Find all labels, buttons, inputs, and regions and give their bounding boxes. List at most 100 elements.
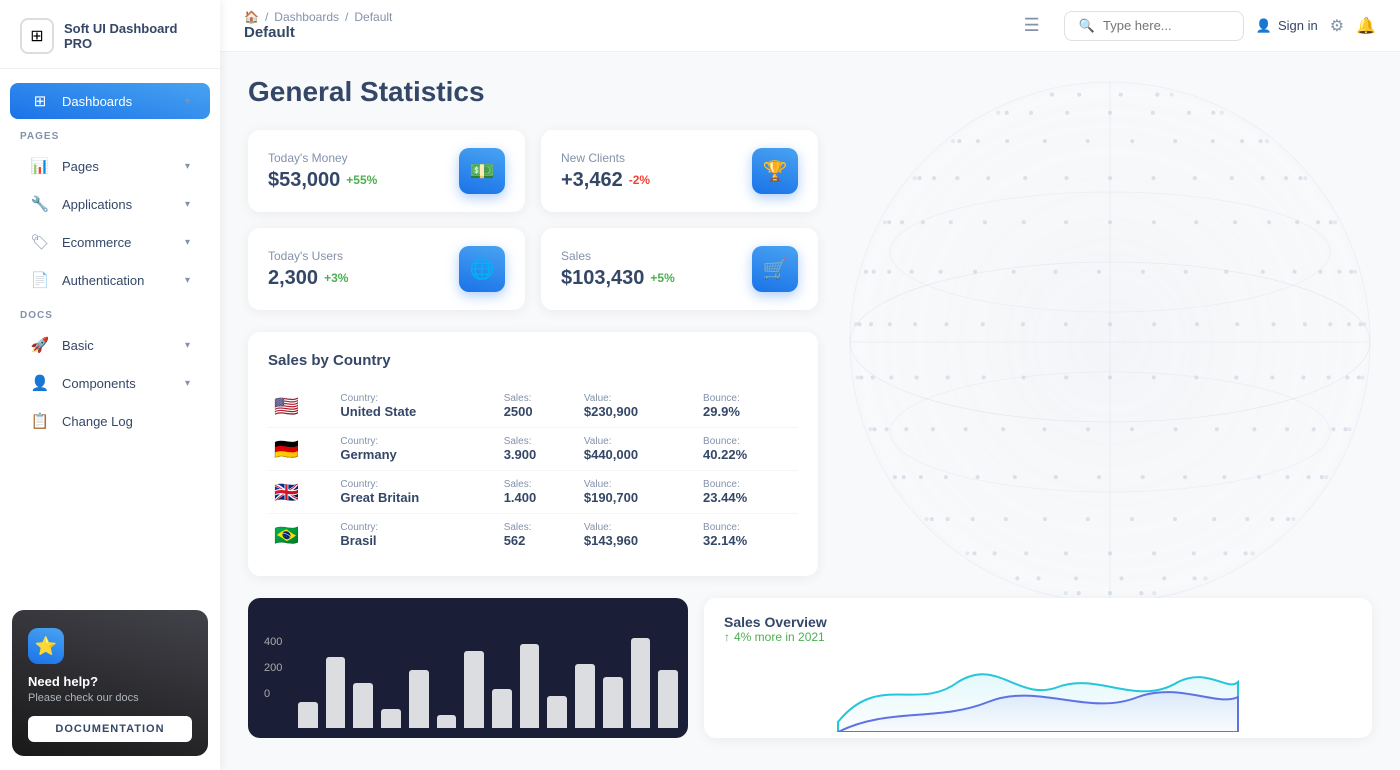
- flag-cell: 🇩🇪: [268, 428, 334, 471]
- stat-card-money: Today's Money $53,000 +55% 💵: [248, 130, 525, 212]
- chevron-down-icon: ▾: [185, 340, 190, 351]
- sidebar: ⊞ Soft UI Dashboard PRO ⊞ Dashboards ▾ P…: [0, 0, 220, 770]
- chevron-down-icon: ▾: [185, 96, 190, 107]
- search-box[interactable]: 🔍: [1064, 11, 1244, 41]
- help-subtitle: Please check our docs: [28, 692, 192, 704]
- value-amount: $230,900: [584, 404, 638, 419]
- sidebar-item-label: Components: [62, 376, 173, 391]
- documentation-button[interactable]: DOCUMENTATION: [28, 716, 192, 742]
- stats-row: Today's Money $53,000 +55% 💵 New Clients…: [248, 130, 818, 310]
- bar: [492, 689, 512, 728]
- sidebar-item-basic[interactable]: 🚀 Basic ▾: [10, 327, 210, 363]
- sidebar-item-pages[interactable]: 📊 Pages ▾: [10, 148, 210, 184]
- country-cell: Country: Germany: [334, 428, 497, 471]
- docs-section-label: DOCS: [0, 300, 220, 325]
- dashboards-icon: ⊞: [30, 92, 50, 110]
- clients-badge: -2%: [629, 173, 650, 187]
- sales-by-country-title: Sales by Country: [268, 352, 798, 369]
- search-input[interactable]: [1103, 18, 1223, 33]
- sidebar-nav: ⊞ Dashboards ▾ PAGES 📊 Pages ▾ 🔧 Applica…: [0, 69, 220, 596]
- stat-label-clients: New Clients: [561, 151, 650, 165]
- signin-button[interactable]: 👤 Sign in: [1256, 18, 1318, 34]
- chevron-down-icon: ▾: [185, 161, 190, 172]
- country-col-label: Country:: [340, 522, 491, 533]
- value-amount: $440,000: [584, 447, 638, 462]
- value-amount: $190,700: [584, 490, 638, 505]
- sales-cell: Sales: 3.900: [498, 428, 578, 471]
- sales-value: 1.400: [504, 490, 537, 505]
- authentication-icon: 📄: [30, 271, 50, 289]
- logo-icon: ⊞: [20, 18, 54, 54]
- sidebar-logo: ⊞ Soft UI Dashboard PRO: [0, 0, 220, 69]
- flag-cell: 🇬🇧: [268, 471, 334, 514]
- value-cell: Value: $440,000: [578, 428, 697, 471]
- settings-icon[interactable]: ⚙: [1330, 16, 1344, 36]
- sidebar-item-label: Dashboards: [62, 94, 173, 109]
- sidebar-item-changelog[interactable]: 📋 Change Log: [10, 403, 210, 439]
- bar: [409, 670, 429, 728]
- country-table: 🇺🇸 Country: United State Sales: 2500 Val…: [268, 385, 798, 556]
- clients-icon-box: 🏆: [752, 148, 798, 194]
- bounce-col-label: Bounce:: [703, 436, 792, 447]
- bounce-cell: Bounce: 23.44%: [697, 471, 798, 514]
- country-name: Germany: [340, 447, 396, 462]
- stat-card-users: Today's Users 2,300 +3% 🌐: [248, 228, 525, 310]
- bell-icon[interactable]: 🔔: [1356, 16, 1376, 36]
- stat-label-users: Today's Users: [268, 249, 348, 263]
- chevron-down-icon: ▾: [185, 199, 190, 210]
- sidebar-item-dashboards[interactable]: ⊞ Dashboards ▾: [10, 83, 210, 119]
- country-cell: Country: Brasil: [334, 514, 497, 557]
- sidebar-item-applications[interactable]: 🔧 Applications ▾: [10, 186, 210, 222]
- country-flag: 🇺🇸: [274, 396, 299, 418]
- stat-label-money: Today's Money: [268, 151, 377, 165]
- country-col-label: Country:: [340, 436, 491, 447]
- breadcrumb-sep1: /: [265, 10, 268, 24]
- bar: [464, 651, 484, 728]
- bar: [603, 677, 623, 728]
- help-title: Need help?: [28, 674, 192, 689]
- country-name: Brasil: [340, 533, 376, 548]
- stat-info-money: Today's Money $53,000 +55%: [268, 151, 377, 192]
- bar: [575, 664, 595, 728]
- sidebar-item-ecommerce[interactable]: 🏷 Ecommerce ▾: [10, 224, 210, 260]
- chevron-down-icon: ▾: [185, 275, 190, 286]
- arrow-up-icon: ↑: [724, 630, 730, 644]
- stat-label-sales: Sales: [561, 249, 675, 263]
- stat-value-money: $53,000 +55%: [268, 169, 377, 192]
- country-flag: 🇬🇧: [274, 482, 299, 504]
- value-cell: Value: $190,700: [578, 471, 697, 514]
- chart-label-200: 200: [264, 662, 282, 674]
- users-badge: +3%: [324, 271, 348, 285]
- bar: [520, 644, 540, 728]
- value-cell: Value: $230,900: [578, 385, 697, 428]
- country-section: Sales by Country 🇺🇸 Country: United Stat…: [248, 332, 818, 576]
- sales-icon-box: 🛒: [752, 246, 798, 292]
- sales-overview-card: Sales Overview ↑ 4% more in 2021: [704, 598, 1372, 738]
- sales-value: 2500: [504, 404, 533, 419]
- bar: [353, 683, 373, 728]
- sidebar-item-authentication[interactable]: 📄 Authentication ▾: [10, 262, 210, 298]
- country-flag: 🇩🇪: [274, 439, 299, 461]
- cart-icon: 🛒: [763, 257, 788, 282]
- overview-subtitle: ↑ 4% more in 2021: [724, 630, 1352, 644]
- breadcrumb: 🏠 / Dashboards / Default Default: [244, 10, 1008, 41]
- money-badge: +55%: [346, 173, 377, 187]
- bounce-value: 40.22%: [703, 447, 747, 462]
- bounce-cell: Bounce: 40.22%: [697, 428, 798, 471]
- sales-value: 562: [504, 533, 526, 548]
- overview-title: Sales Overview: [724, 614, 1352, 630]
- main-area: 🏠 / Dashboards / Default Default ☰ 🔍 👤 S…: [220, 0, 1400, 770]
- hamburger-icon[interactable]: ☰: [1024, 15, 1040, 36]
- applications-icon: 🔧: [30, 195, 50, 213]
- pages-section-label: PAGES: [0, 121, 220, 146]
- country-col-label: Country:: [340, 393, 491, 404]
- page-title: General Statistics: [248, 76, 1372, 108]
- bar-chart-area: [298, 618, 678, 728]
- chevron-down-icon: ▾: [185, 378, 190, 389]
- bounce-col-label: Bounce:: [703, 393, 792, 404]
- signin-label: Sign in: [1278, 18, 1318, 33]
- sidebar-item-components[interactable]: 👤 Components ▾: [10, 365, 210, 401]
- chevron-down-icon: ▾: [185, 237, 190, 248]
- sales-cell: Sales: 562: [498, 514, 578, 557]
- value-col-label: Value:: [584, 436, 691, 447]
